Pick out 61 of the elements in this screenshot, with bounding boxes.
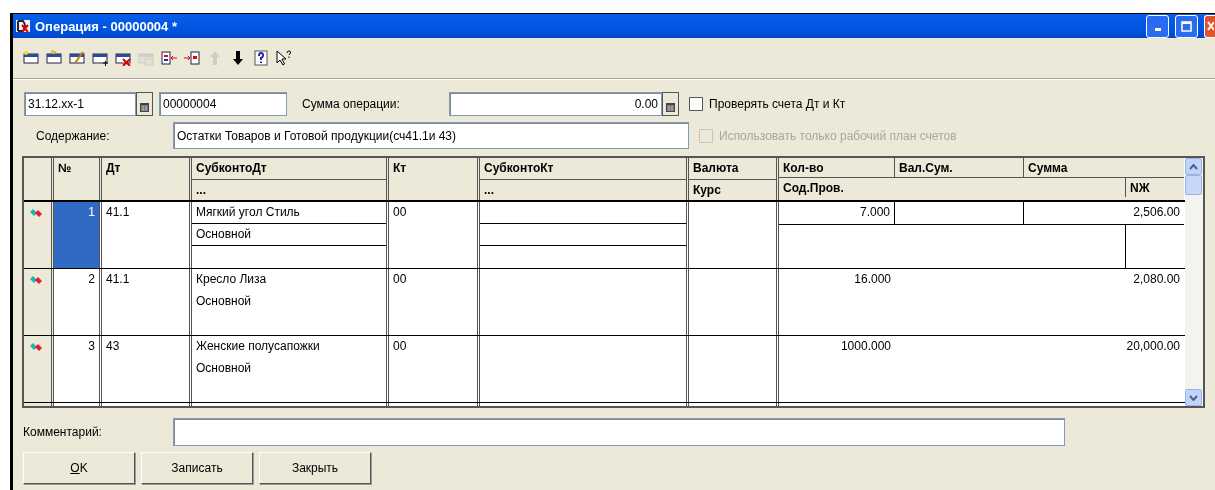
row-marker-icon [30,276,42,284]
app-icon [15,18,31,34]
content-label: Содержание: [35,128,111,143]
checkbox-label: Проверять счета Дт и Кт [709,97,846,111]
pointer-help-icon[interactable] [276,50,292,66]
row-marker-icon [30,343,42,351]
table-cell-text: Основной [195,360,252,377]
chevron-down-icon [1189,394,1198,401]
row-number[interactable]: 1 [54,202,99,268]
dialog-button[interactable]: Записать [141,452,253,484]
scroll-thumb[interactable] [1185,175,1202,195]
table-cell-text: 41.1 [105,271,131,288]
table-cell-text: 20,000.00 [1125,338,1181,355]
table-cell-text: 00 [392,338,408,355]
table-cell-text: Женские полусапожки [195,338,321,355]
close-icon [1206,21,1214,31]
table-cell: Основной [192,224,386,246]
table-cell-text: 1000.000 [839,338,892,355]
table-cell-text: 41.1 [105,204,131,221]
table-cell: 7.000 [779,202,895,224]
chevron-up-icon [1189,163,1198,170]
table-cell-text: Основной [195,293,252,310]
dialog-button[interactable]: Закрыть [259,452,371,484]
scrollbar[interactable] [1185,158,1203,406]
sum-label: Сумма операции: [302,97,401,111]
arrow-right-icon[interactable] [184,50,200,66]
window-title: Операция - 00000004 * [35,18,178,34]
comment-field[interactable] [173,418,1065,446]
calendar-icon [140,103,149,112]
date-field[interactable]: 31.12.xx-1 [24,92,136,116]
checkbox-label: Использовать только рабочий план счетов [719,128,957,143]
dialog-button[interactable]: OK [23,452,135,484]
sum-field[interactable]: 0.00 [449,92,662,116]
close-button[interactable] [1204,14,1215,38]
table-cell-text: 00 [392,204,408,221]
table-cell-text: Кресло Лиза [195,271,268,288]
comment-label: Комментарий: [23,425,103,439]
maximize-button[interactable] [1175,14,1198,38]
number-field[interactable]: 00000004 [159,92,287,116]
minimize-icon [1154,27,1161,31]
table-plus-icon[interactable] [92,50,108,66]
row-marker-icon [30,209,42,217]
table-cell-text: 2,506.00 [1132,204,1181,221]
calculator-button[interactable] [662,92,679,116]
table-delete-icon[interactable] [115,50,131,66]
minimize-button[interactable] [1146,14,1169,38]
table-cell-text: 16.000 [853,271,892,288]
arrow-left-icon[interactable] [161,50,177,66]
maximize-icon [1181,20,1192,32]
help-icon[interactable] [253,50,269,66]
arrow-down-icon[interactable] [230,50,246,66]
table-cell-text: 2,080.00 [1132,271,1181,288]
calculator-icon [666,103,675,112]
checkbox[interactable] [689,97,703,111]
calendar-button[interactable] [136,92,153,116]
table-cell-text: 43 [105,338,121,355]
table-edit-icon[interactable] [69,50,85,66]
content-field[interactable]: Остатки Товаров и Готовой продукции(сч41.1и 43) [173,122,689,149]
table-cell: Мягкий угол Стиль [192,202,386,224]
table-cell-text: 00 [392,271,408,288]
table-add-icon[interactable] [23,50,39,66]
